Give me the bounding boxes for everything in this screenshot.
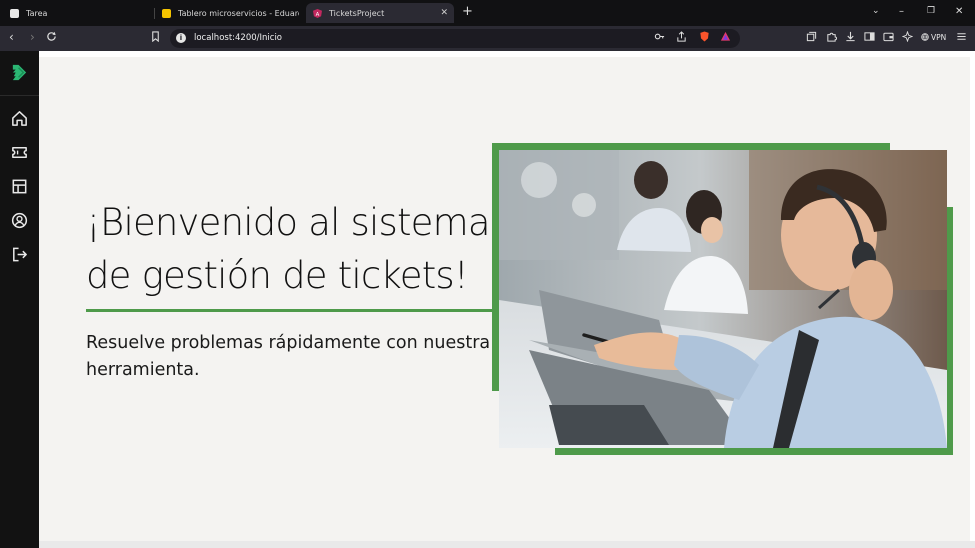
tab-title: Tablero microservicios - Eduardo Sc (178, 8, 299, 18)
back-icon[interactable]: ‹ (9, 30, 14, 44)
vpn-globe-icon[interactable] (921, 33, 929, 41)
leo-ai-icon[interactable] (902, 31, 913, 42)
restore-button[interactable]: ❐ (927, 6, 935, 16)
download-icon[interactable] (845, 31, 856, 42)
tab-tarea[interactable]: Tarea (4, 3, 154, 23)
new-tab-button[interactable]: + (462, 5, 473, 19)
sidebar-toggle-icon[interactable] (864, 31, 875, 42)
share-icon[interactable] (676, 31, 687, 42)
browser-window: Tarea Tablero microservicios - Eduardo S… (0, 0, 975, 548)
content-bottom-edge (39, 541, 975, 548)
tab-tablero[interactable]: Tablero microservicios - Eduardo Sc (157, 3, 299, 23)
reload-icon[interactable] (46, 31, 57, 42)
brave-shield-icon[interactable] (699, 31, 710, 42)
vpn-button[interactable]: VPN (931, 33, 946, 42)
extensions-icon[interactable] (826, 31, 837, 42)
browser-toolbar: ‹ › i localhost:4200/Inicio VPN (0, 26, 975, 51)
sidebar-divider (0, 95, 39, 96)
key-icon[interactable] (654, 31, 665, 42)
bookmark-icon[interactable] (150, 31, 161, 42)
close-tab-icon[interactable]: ✕ (440, 8, 448, 18)
home-icon[interactable] (10, 109, 29, 128)
ticket-icon[interactable] (10, 143, 29, 162)
wallet-icon[interactable] (883, 31, 894, 42)
site-info-icon[interactable]: i (176, 33, 186, 43)
url-text[interactable]: localhost:4200/Inicio (194, 33, 282, 43)
angular-icon: A (313, 8, 322, 18)
tab-list-icon[interactable]: ⌄ (872, 6, 880, 16)
svg-text:A: A (316, 11, 320, 17)
hero-image (499, 150, 947, 448)
tab-strip: Tarea Tablero microservicios - Eduardo S… (0, 0, 975, 26)
tab-ticketsproject[interactable]: A TicketsProject ✕ (306, 3, 454, 23)
logout-icon[interactable] (10, 245, 29, 264)
main-content: ¡Bienvenido al sistema de gestión de tic… (39, 51, 970, 541)
brave-rewards-icon[interactable] (720, 31, 731, 42)
brand-logo-icon[interactable] (10, 63, 29, 82)
hero-subtitle: Resuelve problemas rápidamente con nuest… (86, 333, 491, 380)
minimize-button[interactable]: – (899, 6, 904, 17)
miro-icon (162, 8, 171, 18)
user-icon[interactable] (10, 211, 29, 230)
scrollbar-track[interactable] (970, 51, 975, 541)
notion-icon (10, 8, 19, 18)
close-window-button[interactable]: ✕ (955, 6, 963, 17)
tab-title: Tarea (26, 8, 48, 18)
tab-divider (154, 8, 155, 19)
content-top-edge (39, 51, 970, 57)
hero-divider (86, 309, 500, 312)
tab-groups-icon[interactable] (806, 31, 817, 42)
menu-icon[interactable] (956, 31, 967, 42)
grid-icon[interactable] (10, 177, 29, 196)
hero-headline: ¡Bienvenido al sistema de gestión de tic… (86, 201, 491, 297)
forward-icon[interactable]: › (30, 30, 35, 44)
app-sidebar (0, 51, 39, 548)
tab-title: TicketsProject (329, 8, 385, 18)
